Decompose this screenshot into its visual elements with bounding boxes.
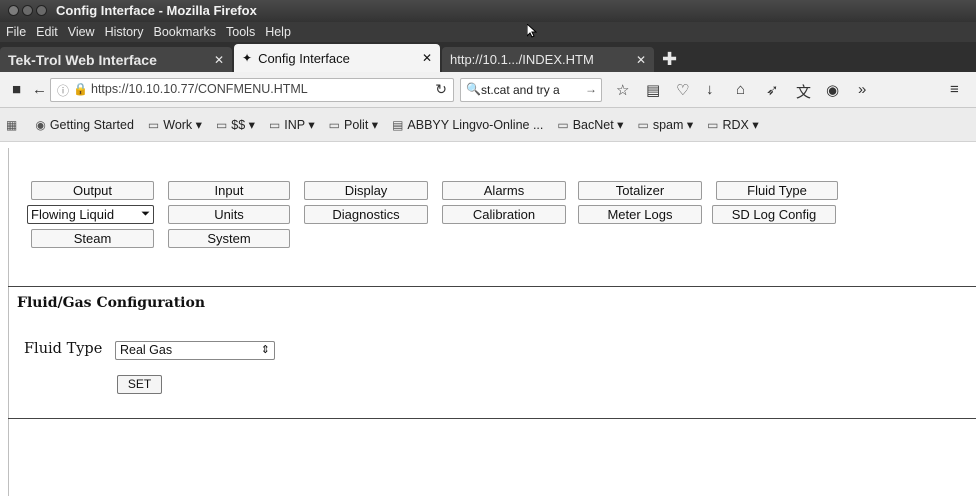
back-arrow-icon[interactable]: ← (32, 81, 47, 98)
menu-view[interactable]: View (64, 25, 99, 39)
window-title: Config Interface - Mozilla Firefox (56, 3, 257, 18)
sidebar-icon[interactable]: ■ (12, 81, 21, 98)
search-input[interactable]: st.cat and try a (481, 83, 560, 97)
menu-help[interactable]: Help (261, 25, 295, 39)
hamburger-menu-icon[interactable]: ≡ (950, 81, 959, 98)
lock-icon[interactable]: 🔒 (73, 82, 88, 96)
favicon-icon: ✦ (242, 51, 253, 65)
fluid-type-label: Fluid Type (24, 341, 103, 357)
tab-close-icon[interactable]: ✕ (416, 51, 432, 65)
system-button[interactable]: System (168, 229, 290, 248)
chat-icon[interactable]: ◉ (826, 81, 839, 99)
folder-icon: ▭ (557, 117, 569, 132)
bookmark-getting-started[interactable]: ◉ Getting Started (35, 118, 134, 132)
menubar: File Edit View History Bookmarks Tools H… (0, 22, 976, 42)
input-button[interactable]: Input (168, 181, 290, 200)
meter-logs-button[interactable]: Meter Logs (578, 205, 702, 224)
search-go-icon[interactable]: → (585, 82, 597, 96)
bookmark-polit[interactable]: ▭ Polit ▾ (328, 117, 378, 133)
info-icon[interactable]: ⓘ (57, 82, 69, 99)
home-icon[interactable]: ⌂ (736, 81, 745, 98)
window-minimize-button[interactable] (22, 5, 33, 16)
folder-icon: ▭ (637, 117, 649, 132)
bookmark-rdx[interactable]: ▭ RDX ▾ (707, 117, 758, 133)
steam-button[interactable]: Steam (31, 229, 154, 248)
navigation-toolbar: ■ ← ⓘ 🔒 https://10.10.10.77/CONFMENU.HTM… (0, 72, 976, 108)
address-bar[interactable]: ⓘ 🔒 https://10.10.10.77/CONFMENU.HTML ↻ (50, 78, 454, 102)
window-titlebar: Config Interface - Mozilla Firefox (0, 0, 976, 22)
menu-file[interactable]: File (2, 25, 30, 39)
bookmarks-toolbar: ▦ ◉ Getting Started ▭ Work ▾ ▭ $$ ▾ ▭ INP ▾ … (0, 108, 976, 142)
menu-bookmarks[interactable]: Bookmarks (149, 25, 220, 39)
bookmark-abbyy[interactable]: ▤ ABBYY Lingvo-Online ... (392, 118, 543, 132)
window-maximize-button[interactable] (36, 5, 47, 16)
display-button[interactable]: Display (304, 181, 428, 200)
folder-icon: ▭ (707, 117, 719, 132)
bookmarks-sidebar-icon[interactable]: ▦ (6, 118, 21, 132)
url-text[interactable]: https://10.10.10.77/CONFMENU.HTML (91, 82, 308, 96)
menu-history[interactable]: History (101, 25, 148, 39)
bookmark-star-icon[interactable]: ☆ (616, 81, 629, 99)
calibration-button[interactable]: Calibration (442, 205, 566, 224)
flowing-liquid-value: Flowing Liquid (31, 207, 115, 222)
units-button[interactable]: Units (168, 205, 290, 224)
folder-icon: ▭ (268, 117, 281, 132)
totalizer-button[interactable]: Totalizer (578, 181, 702, 200)
send-icon[interactable]: ➶ (766, 81, 779, 99)
tab-close-icon[interactable]: ✕ (208, 53, 224, 67)
search-icon: 🔍 (466, 82, 481, 96)
new-tab-icon[interactable]: ✚ (656, 47, 683, 72)
alarms-button[interactable]: Alarms (442, 181, 566, 200)
tab-close-icon[interactable]: ✕ (630, 53, 646, 67)
pocket-icon[interactable]: ♡ (676, 81, 689, 99)
menu-tools[interactable]: Tools (222, 25, 259, 39)
tab-index[interactable]: http://10.1.../INDEX.HTM ✕ (442, 47, 654, 72)
dropdown-arrow-icon: ⏷ (141, 208, 150, 220)
search-box[interactable]: 🔍 st.cat and try a → (460, 78, 602, 102)
diagnostics-button[interactable]: Diagnostics (304, 205, 428, 224)
menu-edit[interactable]: Edit (32, 25, 62, 39)
bookmark-money[interactable]: ▭ $$ ▾ (215, 117, 255, 133)
tab-label: Config Interface (258, 50, 350, 66)
download-icon[interactable]: ↓ (706, 81, 714, 98)
tab-tek-trol[interactable]: Tek-Trol Web Interface ✕ (0, 47, 232, 72)
firefox-icon: ◉ (35, 117, 46, 132)
fluid-type-button[interactable]: Fluid Type (716, 181, 838, 200)
fluid-type-value: Real Gas (120, 343, 173, 357)
set-button[interactable]: SET (117, 375, 162, 394)
folder-icon: ▭ (215, 117, 228, 132)
select-updown-icon: ⇕ (260, 344, 270, 356)
tab-config-interface[interactable]: ✦ Config Interface ✕ (234, 44, 440, 72)
section-title: Fluid/Gas Configuration (17, 295, 205, 311)
folder-icon: ▭ (147, 117, 160, 132)
page-icon: ▤ (392, 117, 404, 132)
overflow-chevron-icon[interactable]: » (858, 81, 866, 98)
sd-log-config-button[interactable]: SD Log Config (712, 205, 836, 224)
bottom-divider (8, 418, 976, 419)
reading-list-icon[interactable]: ▤ (646, 81, 660, 99)
bookmark-work[interactable]: ▭ Work ▾ (147, 117, 202, 133)
flowing-liquid-select[interactable]: Flowing Liquid ⏷ (27, 205, 154, 224)
bookmark-bacnet[interactable]: ▭ BacNet ▾ (557, 117, 623, 133)
tab-label: Tek-Trol Web Interface (8, 51, 157, 68)
bookmark-spam[interactable]: ▭ spam ▾ (637, 117, 693, 133)
window-close-button[interactable] (8, 5, 19, 16)
bookmark-inp[interactable]: ▭ INP ▾ (268, 117, 315, 133)
folder-icon: ▭ (328, 117, 340, 132)
tab-bar: Tek-Trol Web Interface ✕ ✦ Config Interf… (0, 42, 976, 72)
output-button[interactable]: Output (31, 181, 154, 200)
tab-label: http://10.1.../INDEX.HTM (450, 52, 594, 67)
translate-icon[interactable]: 文 (796, 81, 811, 102)
page-left-border (8, 148, 9, 496)
fluid-type-select[interactable]: Real Gas ⇕ (115, 341, 275, 360)
reload-icon[interactable]: ↻ (435, 81, 447, 98)
top-divider (8, 286, 976, 287)
